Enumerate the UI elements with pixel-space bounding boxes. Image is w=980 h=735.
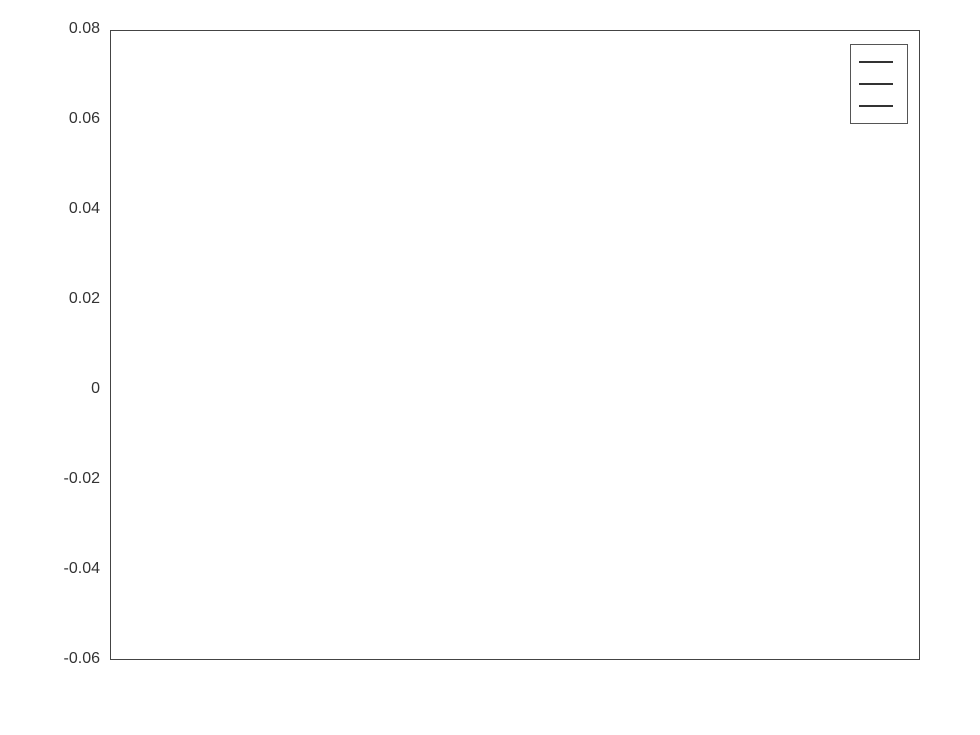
y-tick-label: 0.04 bbox=[40, 200, 100, 218]
legend-entry-1 bbox=[859, 51, 899, 73]
y-tick-label: -0.02 bbox=[40, 470, 100, 488]
legend-swatch-2 bbox=[859, 83, 893, 85]
y-tick-label: 0.02 bbox=[40, 290, 100, 308]
legend bbox=[850, 44, 908, 124]
chart-figure: -0.06 -0.04 -0.02 0 0.02 0.04 0.06 0.08 bbox=[0, 0, 980, 735]
y-tick-label: 0 bbox=[40, 380, 100, 398]
y-tick-label: 0.08 bbox=[40, 20, 100, 38]
legend-entry-2 bbox=[859, 73, 899, 95]
plot-canvas bbox=[111, 31, 921, 661]
y-tick-label: -0.04 bbox=[40, 560, 100, 578]
y-tick-label: 0.06 bbox=[40, 110, 100, 128]
y-tick-label: -0.06 bbox=[40, 650, 100, 668]
legend-swatch-3 bbox=[859, 105, 893, 107]
legend-swatch-1 bbox=[859, 61, 893, 63]
axes-area bbox=[110, 30, 920, 660]
legend-entry-3 bbox=[859, 95, 899, 117]
